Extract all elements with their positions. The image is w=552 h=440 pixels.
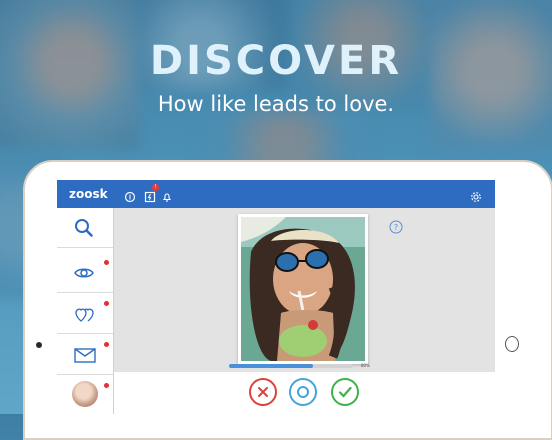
yes-button[interactable] [331,378,359,406]
tablet-home-button [505,336,519,352]
x-icon [258,387,268,397]
likes-dot [104,301,109,306]
sidebar-item-views[interactable] [57,253,113,293]
progress-bar [229,364,353,368]
search-icon [75,219,93,237]
help-icon[interactable]: ? [389,219,403,238]
views-dot [104,260,109,265]
circle-icon [297,386,309,398]
notification-badge: ! [152,184,159,191]
settings-icon[interactable] [470,188,482,202]
bell-icon[interactable] [161,188,173,202]
profile-photo-card[interactable] [238,214,368,364]
app-header: zoosk ! [57,180,495,208]
profile-dot [104,383,109,388]
maybe-button[interactable] [289,378,317,406]
progress-fill [229,364,314,368]
messages-dot [104,342,109,347]
hero-title: DISCOVER [149,38,403,84]
coins-icon[interactable] [124,188,136,203]
app-logo: zoosk [69,187,108,201]
sidebar-item-search[interactable] [57,208,113,248]
avatar [72,381,98,407]
sidebar-item-messages[interactable] [57,335,113,375]
svg-text:?: ? [394,223,398,232]
hearts-icon [75,308,94,322]
tablet-camera [36,342,42,348]
eye-icon [74,268,94,278]
app-screen: zoosk ! ? 80% [57,180,495,414]
sidebar [57,208,114,414]
no-button[interactable] [249,378,277,406]
sidebar-item-likes[interactable] [57,294,113,334]
profile-photo [241,217,365,361]
progress-label: 80% [361,363,370,368]
action-bar [114,372,495,414]
hero-subtitle: How like leads to love. [157,92,395,116]
carousel-area: ? 80% [114,208,495,414]
check-icon [338,386,352,398]
sidebar-item-profile[interactable] [57,376,113,414]
mail-icon [74,348,96,363]
